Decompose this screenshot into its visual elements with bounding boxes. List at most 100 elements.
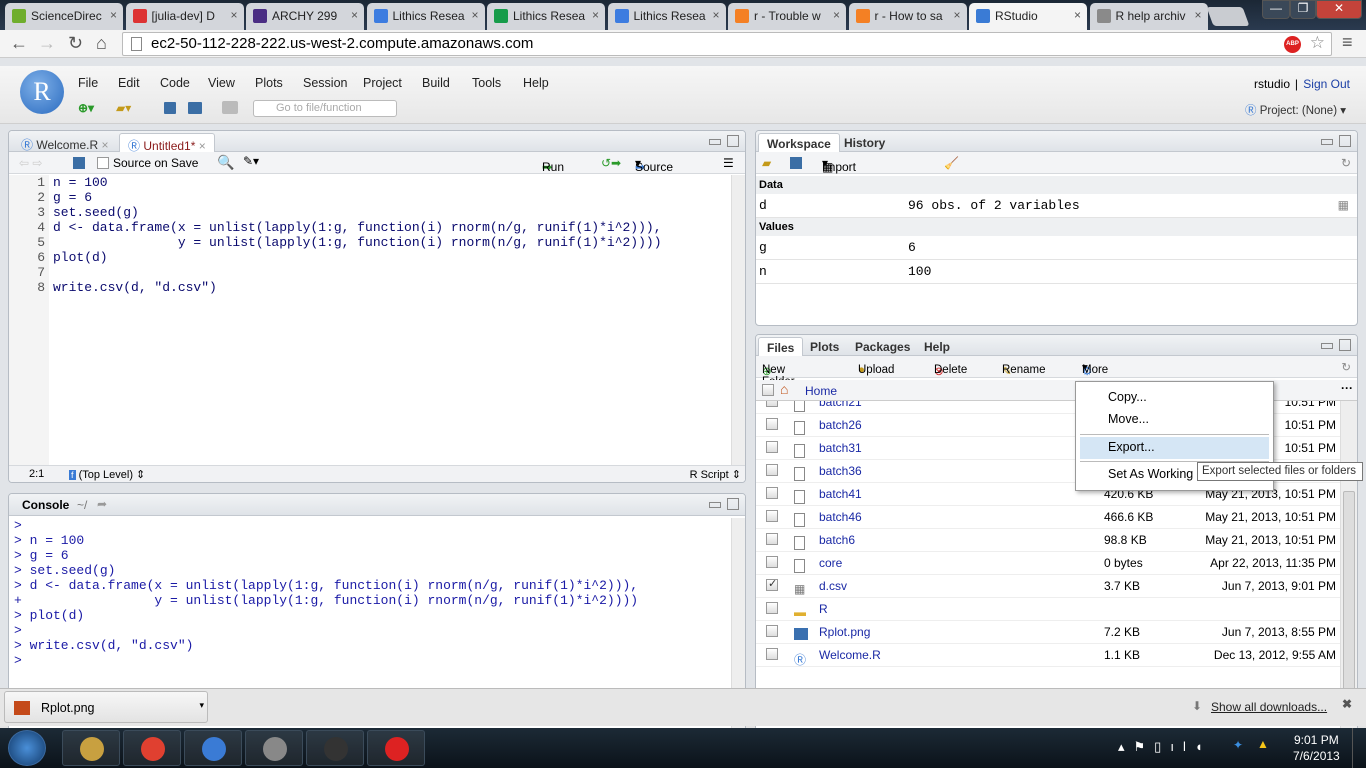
goto-file-input[interactable]: Go to file/function: [253, 100, 397, 117]
taskbar-app[interactable]: [367, 730, 425, 766]
download-menu-icon[interactable]: ▾: [199, 700, 204, 711]
show-desktop-button[interactable]: [1352, 728, 1366, 768]
browser-tab[interactable]: Lithics Resea ×: [366, 3, 485, 30]
taskbar-app[interactable]: [184, 730, 242, 766]
close-tab-icon[interactable]: ×: [1194, 8, 1201, 22]
dropbox-icon[interactable]: ✦: [1233, 738, 1243, 752]
tab-help[interactable]: Help: [916, 337, 958, 357]
browser-tab[interactable]: ARCHY 299 ×: [246, 3, 364, 30]
new-tab-button[interactable]: [1206, 7, 1250, 26]
workspace-row-n[interactable]: n 100: [756, 260, 1357, 284]
minimize-pane-icon[interactable]: [1321, 343, 1333, 349]
file-row[interactable]: Rplot.png 7.2 KB Jun 7, 2013, 8:55 PM: [756, 621, 1340, 644]
scrollbar-thumb[interactable]: [1343, 491, 1355, 703]
project-menu[interactable]: Ⓡ Project: (None) ▾: [1245, 102, 1346, 118]
code-lines[interactable]: n = 100 g = 6 set.seed(g) d <- data.frame(x…: [53, 175, 662, 295]
browser-tab[interactable]: ScienceDirec ×: [5, 3, 123, 30]
file-name-link[interactable]: Welcome.R: [819, 648, 881, 662]
tab-packages[interactable]: Packages: [847, 337, 918, 357]
file-checkbox[interactable]: [766, 625, 778, 637]
file-checkbox[interactable]: [766, 464, 778, 476]
close-tab-icon[interactable]: ×: [110, 8, 117, 22]
file-row[interactable]: core 0 bytes Apr 22, 2013, 11:35 PM: [756, 552, 1340, 575]
browser-tab[interactable]: Lithics Resea ×: [487, 3, 605, 30]
select-all-checkbox[interactable]: [762, 384, 774, 396]
save-icon[interactable]: [164, 102, 176, 114]
file-name-link[interactable]: batch36: [819, 464, 862, 478]
clear-workspace-icon[interactable]: 🧹: [944, 156, 959, 170]
tab-welcome-r[interactable]: Ⓡ Welcome.R ×: [13, 133, 117, 153]
close-window-button[interactable]: ✕: [1316, 0, 1362, 19]
back-icon[interactable]: ←: [10, 33, 28, 54]
maximize-pane-icon[interactable]: [1339, 135, 1351, 147]
menu-item-export[interactable]: Export...: [1080, 437, 1269, 459]
taskbar-app[interactable]: [306, 730, 364, 766]
file-row[interactable]: ▬ R: [756, 598, 1340, 621]
file-checkbox[interactable]: [766, 487, 778, 499]
menu-tools[interactable]: Tools: [472, 76, 501, 90]
close-tab-icon[interactable]: ×: [351, 8, 358, 22]
menu-edit[interactable]: Edit: [118, 76, 140, 90]
browser-tab[interactable]: Lithics Resea ×: [607, 3, 726, 30]
menu-file[interactable]: File: [78, 76, 98, 90]
file-name-link[interactable]: batch26: [819, 418, 862, 432]
file-name-link[interactable]: d.csv: [819, 579, 847, 593]
file-row[interactable]: batch6 98.8 KB May 21, 2013, 10:51 PM: [756, 529, 1340, 552]
menu-session[interactable]: Session: [303, 76, 347, 90]
file-row[interactable]: Ⓡ Welcome.R 1.1 KB Dec 13, 2012, 9:55 AM: [756, 644, 1340, 667]
browser-tab[interactable]: R help archiv ×: [1089, 3, 1208, 30]
close-tab-icon[interactable]: ×: [199, 139, 206, 153]
refresh-icon[interactable]: ↻: [1341, 360, 1351, 374]
show-all-downloads-link[interactable]: Show all downloads...: [1211, 700, 1327, 714]
menu-item-move[interactable]: Move...: [1080, 409, 1269, 431]
file-checkbox[interactable]: [766, 418, 778, 430]
workspace-row-g[interactable]: g 6: [756, 236, 1357, 260]
chrome-menu-icon[interactable]: ≡: [1342, 32, 1353, 53]
tab-files[interactable]: Files: [758, 337, 804, 357]
reload-icon[interactable]: ↻: [68, 33, 83, 54]
print-icon[interactable]: [222, 101, 238, 114]
console-output[interactable]: > > n = 100 > g = 6 > set.seed(g) > d <- dat…: [14, 518, 638, 668]
minimize-pane-icon[interactable]: [1321, 139, 1333, 145]
forward-icon[interactable]: →: [38, 33, 56, 54]
home-icon[interactable]: ⌂: [96, 33, 107, 54]
menu-code[interactable]: Code: [160, 76, 190, 90]
menu-build[interactable]: Build: [422, 76, 450, 90]
maximize-pane-icon[interactable]: [727, 135, 739, 147]
taskbar-app[interactable]: [123, 730, 181, 766]
file-checkbox[interactable]: [766, 441, 778, 453]
code-tools-icon[interactable]: ✎▾: [243, 154, 259, 168]
close-tab-icon[interactable]: ×: [102, 138, 109, 152]
file-name-link[interactable]: batch41: [819, 487, 862, 501]
breadcrumb-home[interactable]: Home: [805, 384, 837, 398]
load-workspace-icon[interactable]: ▰: [762, 156, 771, 170]
file-name-link[interactable]: core: [819, 556, 842, 570]
filetype-selector[interactable]: R Script ⇕: [690, 468, 741, 481]
go-to-dir-icon[interactable]: ➦: [97, 497, 107, 511]
file-checkbox[interactable]: [766, 401, 778, 407]
open-file-icon[interactable]: ▰▾: [116, 101, 131, 115]
menu-view[interactable]: View: [208, 76, 235, 90]
bookmark-star-icon[interactable]: ☆: [1310, 33, 1325, 53]
taskbar-app[interactable]: [245, 730, 303, 766]
minimize-pane-icon[interactable]: [709, 139, 721, 145]
file-row[interactable]: ✓ ▦ d.csv 3.7 KB Jun 7, 2013, 9:01 PM: [756, 575, 1340, 598]
file-checkbox[interactable]: [766, 602, 778, 614]
browser-tab[interactable]: r - Trouble w ×: [728, 3, 846, 30]
refresh-icon[interactable]: ↻: [1341, 156, 1351, 170]
more-button[interactable]: ⚙ More ▾: [1082, 360, 1108, 378]
close-tab-icon[interactable]: ×: [953, 8, 960, 22]
import-dataset-button[interactable]: ▦ Import Dataset▾: [822, 156, 863, 188]
menu-project[interactable]: Project: [363, 76, 402, 90]
menu-plots[interactable]: Plots: [255, 76, 283, 90]
files-scrollbar[interactable]: [1340, 401, 1357, 733]
close-tab-icon[interactable]: ×: [471, 8, 478, 22]
outline-icon[interactable]: ☰: [723, 156, 734, 170]
clock-date[interactable]: 7/6/2013: [1293, 749, 1340, 763]
minimize-pane-icon[interactable]: [709, 502, 721, 508]
menu-help[interactable]: Help: [523, 76, 549, 90]
rerun-icon[interactable]: ↺➡: [601, 156, 621, 170]
file-name-link[interactable]: Rplot.png: [819, 625, 870, 639]
file-checkbox[interactable]: [766, 510, 778, 522]
adblock-icon[interactable]: ABP: [1284, 36, 1301, 53]
